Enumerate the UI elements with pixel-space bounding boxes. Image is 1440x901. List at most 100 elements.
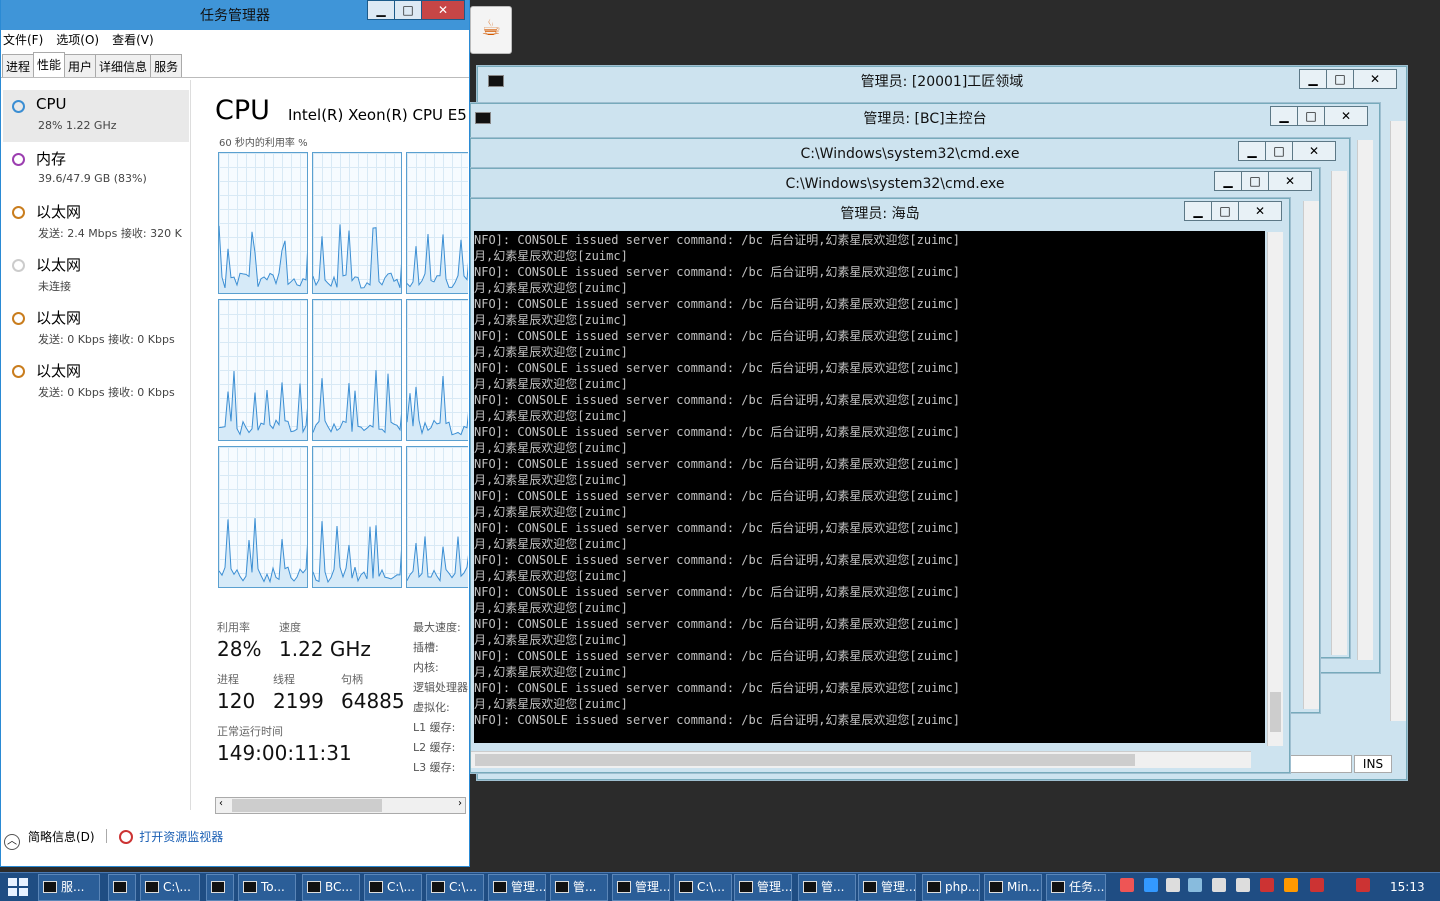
- taskbar-button[interactable]: C:\...: [674, 874, 732, 901]
- tab-strip: 进程 性能 用户 详细信息 服务: [1, 52, 469, 78]
- close-button[interactable]: ✕: [1353, 69, 1397, 89]
- app-icon: [1051, 881, 1065, 893]
- cpu-core-graph: [406, 152, 468, 294]
- maximize-button[interactable]: □: [1326, 69, 1354, 89]
- maximize-button[interactable]: □: [394, 0, 422, 20]
- taskbar-button[interactable]: 服...: [38, 874, 100, 901]
- tray-icon[interactable]: [1212, 878, 1226, 892]
- taskbar-button[interactable]: C:\...: [364, 874, 422, 901]
- tab-services[interactable]: 服务: [150, 54, 183, 77]
- app-icon: [43, 881, 57, 893]
- resource-memory[interactable]: 内存 39.6/47.9 GB (83%): [3, 143, 189, 195]
- tray-icon[interactable]: [1260, 878, 1274, 892]
- taskbar-button[interactable]: 管理...: [612, 874, 670, 901]
- console-line: 月,幻素星辰欢迎您[zuimc]: [474, 345, 628, 359]
- resource-cpu[interactable]: CPU 28% 1.22 GHz: [3, 90, 189, 142]
- resource-ethernet-1[interactable]: 以太网 发送: 2.4 Mbps 接收: 320 K: [3, 196, 189, 248]
- scrollbar-thumb[interactable]: [1270, 692, 1281, 732]
- taskbar-button[interactable]: [108, 874, 136, 901]
- taskbar-button[interactable]: 管理...: [858, 874, 916, 901]
- resource-ethernet-2[interactable]: 以太网 未连接: [3, 249, 189, 301]
- tab-processes[interactable]: 进程: [2, 54, 35, 77]
- taskbar-button[interactable]: 管理...: [734, 874, 792, 901]
- open-resource-monitor-link[interactable]: 打开资源监视器: [139, 830, 223, 844]
- brief-info-link[interactable]: 简略信息(D): [28, 830, 95, 844]
- minimize-button[interactable]: ▁: [1184, 201, 1212, 221]
- console-line: NFO]: CONSOLE issued server command: /bc…: [474, 585, 961, 599]
- scrollbar[interactable]: [1331, 171, 1347, 655]
- scrollbar-thumb[interactable]: [475, 754, 1135, 766]
- maximize-button[interactable]: □: [1241, 171, 1269, 191]
- task-manager-window[interactable]: 任务管理器 ▁ □ ✕ 文件(F) 选项(O) 查看(V) 进程 性能 用户 详细信…: [0, 0, 470, 867]
- scroll-left-icon[interactable]: ‹: [219, 798, 223, 809]
- console-line: NFO]: CONSOLE issued server command: /bc…: [474, 233, 961, 247]
- close-button[interactable]: ✕: [1268, 171, 1312, 191]
- close-button[interactable]: ✕: [421, 0, 465, 20]
- taskbar-button[interactable]: 管理...: [488, 874, 546, 901]
- scrollbar[interactable]: [1303, 201, 1319, 709]
- chevron-up-icon[interactable]: ︿: [4, 834, 20, 850]
- scrollbar[interactable]: [1390, 121, 1406, 721]
- taskbar-button-label: C:\...: [449, 880, 477, 894]
- tray-icon[interactable]: [1188, 878, 1202, 892]
- window-title: 管理员: 海岛: [840, 206, 920, 222]
- scrollbar[interactable]: [1357, 140, 1373, 660]
- tray-icon[interactable]: [1284, 878, 1298, 892]
- taskbar-button[interactable]: 任务...: [1046, 874, 1106, 901]
- taskbar-button[interactable]: 管...: [550, 874, 608, 901]
- clock[interactable]: 15:13: [1390, 880, 1425, 894]
- console-line: NFO]: CONSOLE issued server command: /bc…: [474, 521, 961, 535]
- speed-value: 1.22 GHz: [279, 637, 371, 661]
- start-button[interactable]: [8, 878, 28, 896]
- minimize-button[interactable]: ▁: [367, 0, 395, 20]
- taskbar-button[interactable]: C:\...: [426, 874, 484, 901]
- tray-icon[interactable]: [1144, 878, 1158, 892]
- console-line: NFO]: CONSOLE issued server command: /bc…: [474, 649, 961, 663]
- minimize-button[interactable]: ▁: [1270, 106, 1298, 126]
- taskbar-button[interactable]: 管...: [798, 874, 856, 901]
- tray-icon[interactable]: [1310, 878, 1324, 892]
- close-button[interactable]: ✕: [1238, 201, 1282, 221]
- cpu-spec-label: L1 缓存:: [413, 721, 456, 734]
- maximize-button[interactable]: □: [1297, 106, 1325, 126]
- taskbar-button-label: 管理...: [635, 880, 670, 894]
- app-icon: [113, 881, 127, 893]
- taskbar-button[interactable]: [206, 874, 234, 901]
- taskbar-button[interactable]: php...: [922, 874, 980, 901]
- tray-icon[interactable]: [1166, 878, 1180, 892]
- tray-icon[interactable]: [1120, 878, 1134, 892]
- menu-view[interactable]: 查看(V): [112, 31, 154, 48]
- close-button[interactable]: ✕: [1324, 106, 1368, 126]
- taskbar-button-label: 管理...: [881, 880, 916, 894]
- scrollbar-thumb[interactable]: [232, 799, 382, 812]
- app-icon: [863, 881, 877, 893]
- minimize-button[interactable]: ▁: [1214, 171, 1242, 191]
- handles-label: 句柄: [341, 673, 363, 686]
- java-icon[interactable]: ☕: [470, 6, 512, 54]
- scroll-right-icon[interactable]: ›: [458, 798, 462, 809]
- maximize-button[interactable]: □: [1265, 141, 1293, 161]
- horizontal-scrollbar[interactable]: [471, 751, 1251, 768]
- horizontal-scrollbar[interactable]: ‹ ›: [215, 797, 466, 814]
- resource-ethernet-3[interactable]: 以太网 发送: 0 Kbps 接收: 0 Kbps: [3, 302, 189, 354]
- resource-ethernet-4[interactable]: 以太网 发送: 0 Kbps 接收: 0 Kbps: [3, 355, 189, 407]
- ethernet-graph-icon: [12, 259, 25, 272]
- taskbar-button[interactable]: C:\...: [140, 874, 200, 901]
- minimize-button[interactable]: ▁: [1299, 69, 1327, 89]
- taskbar-button[interactable]: BC...: [302, 874, 360, 901]
- vertical-scrollbar[interactable]: [1267, 232, 1283, 746]
- close-button[interactable]: ✕: [1292, 141, 1336, 161]
- tray-icon[interactable]: [1236, 878, 1250, 892]
- tab-details[interactable]: 详细信息: [95, 54, 152, 77]
- tab-users[interactable]: 用户: [64, 54, 97, 77]
- menu-options[interactable]: 选项(O): [56, 31, 99, 48]
- maximize-button[interactable]: □: [1211, 201, 1239, 221]
- minimize-button[interactable]: ▁: [1238, 141, 1266, 161]
- menu-file[interactable]: 文件(F): [3, 31, 43, 48]
- console-line: 月,幻素星辰欢迎您[zuimc]: [474, 633, 628, 647]
- cpu-spec-label: L2 缓存:: [413, 741, 456, 754]
- taskbar-button[interactable]: To...: [238, 874, 296, 901]
- taskbar-button[interactable]: Min...: [984, 874, 1042, 901]
- tab-performance[interactable]: 性能: [33, 52, 66, 77]
- tray-icon[interactable]: [1356, 878, 1370, 892]
